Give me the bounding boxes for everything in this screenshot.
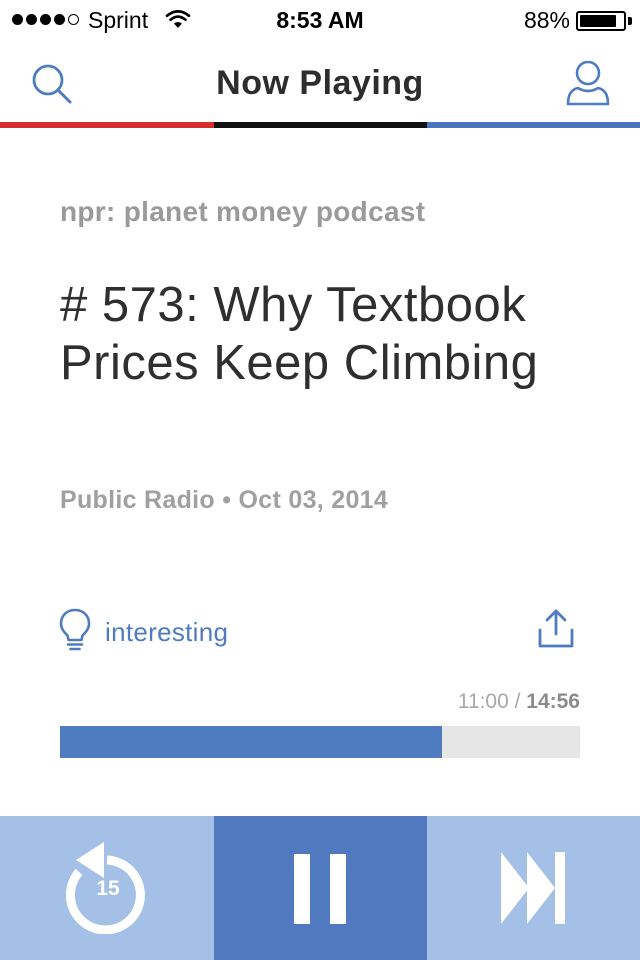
program-name[interactable]: npr: planet money podcast <box>60 196 425 228</box>
battery-level <box>580 15 617 27</box>
episode-title: # 573: Why Textbook Prices Keep Climbing <box>60 278 539 390</box>
pause-button[interactable] <box>214 816 427 960</box>
pause-icon <box>294 854 346 924</box>
share-icon[interactable] <box>536 608 576 650</box>
battery-icon <box>576 11 626 31</box>
brand-stripe-blue <box>427 122 640 128</box>
battery-tip <box>628 17 632 25</box>
page-title: Now Playing <box>216 64 424 102</box>
progress-bar[interactable] <box>60 726 580 758</box>
status-bar: Sprint 8:53 AM 88% <box>0 0 640 40</box>
episode-meta: Public Radio • Oct 03, 2014 <box>60 486 389 514</box>
total-time: 14:56 <box>526 690 580 713</box>
battery-percentage: 88% <box>523 7 570 33</box>
lightbulb-icon[interactable] <box>58 607 92 653</box>
playback-time: 11:00 / 14:56 <box>458 690 580 714</box>
time-separator: / <box>508 690 527 713</box>
progress-fill <box>60 726 443 758</box>
brand-stripe-black <box>214 122 427 128</box>
brand-stripe-red <box>0 122 214 128</box>
rewind-seconds: 15 <box>96 877 120 900</box>
nav-bar: Now Playing <box>0 40 640 122</box>
rewind-15-button[interactable]: 15 <box>0 816 214 960</box>
elapsed-time: 11:00 <box>457 690 509 713</box>
user-icon[interactable] <box>564 58 612 108</box>
skip-forward-button[interactable] <box>427 816 640 960</box>
skip-forward-icon <box>501 852 565 924</box>
player-controls: 15 <box>0 816 640 960</box>
interesting-tag[interactable]: interesting <box>105 617 228 648</box>
